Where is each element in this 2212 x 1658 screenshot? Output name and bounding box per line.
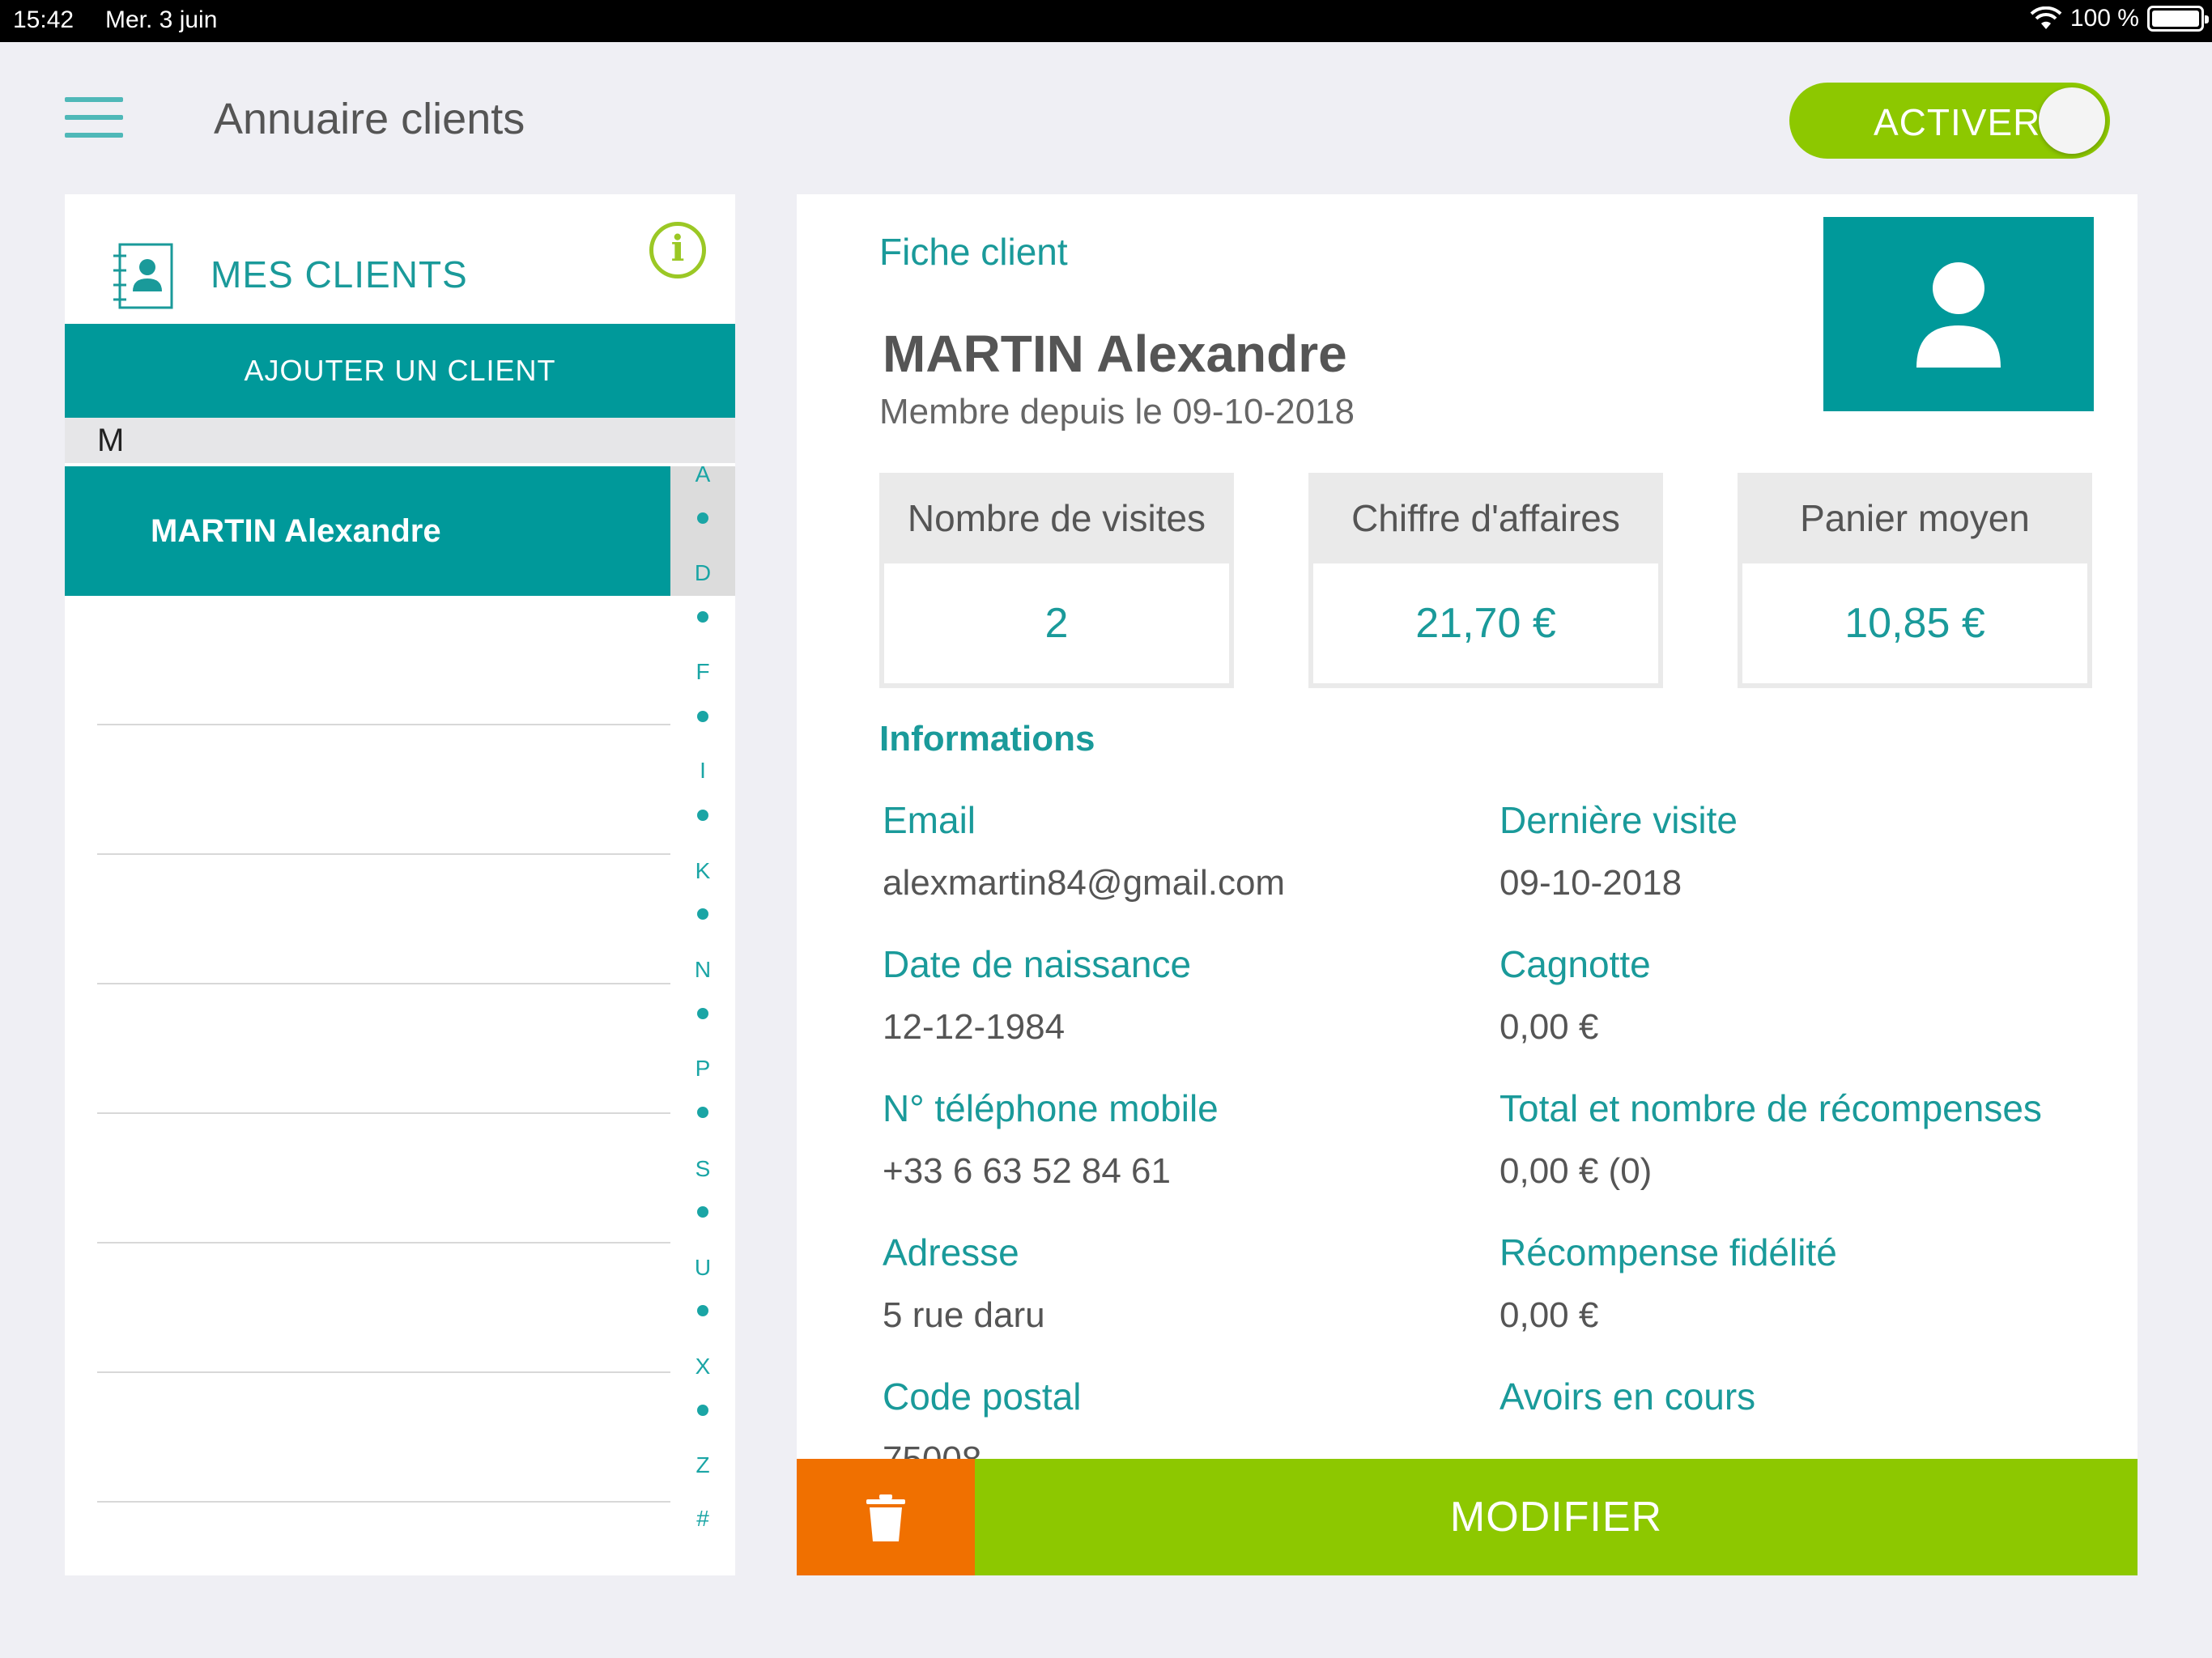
stat-label: Panier moyen	[1800, 497, 2030, 539]
field-value-rewards-total: 0,00 € (0)	[1499, 1151, 1653, 1191]
activate-toggle[interactable]: ACTIVER	[1789, 83, 2110, 159]
alpha-index-letter[interactable]: U	[670, 1255, 735, 1281]
field-value-last-visit: 09-10-2018	[1499, 863, 1682, 903]
list-divider	[97, 724, 670, 725]
alpha-index-dot	[697, 1107, 708, 1118]
field-value-address: 5 rue daru	[883, 1295, 1045, 1335]
field-label-loyalty-reward: Récompense fidélité	[1499, 1231, 1837, 1273]
field-label-mobile: N° téléphone mobile	[883, 1087, 1219, 1129]
field-value-mobile: +33 6 63 52 84 61	[883, 1151, 1171, 1191]
trash-icon	[866, 1494, 905, 1541]
battery-percent: 100 %	[2069, 5, 2139, 32]
field-value-loyalty-reward: 0,00 €	[1499, 1295, 1599, 1335]
alpha-index-dot	[697, 908, 708, 920]
toggle-knob	[2039, 87, 2105, 154]
alpha-index-letter[interactable]: S	[670, 1156, 735, 1182]
field-label-address: Adresse	[883, 1231, 1019, 1273]
stat-value: 21,70 €	[1313, 563, 1658, 683]
alpha-index-dot	[697, 512, 708, 524]
client-card-title: Fiche client	[879, 231, 1068, 273]
alpha-index-letter[interactable]: I	[670, 758, 735, 784]
stat-card-visits: Nombre de visites 2	[879, 473, 1234, 688]
toggle-label: ACTIVER	[1874, 101, 2041, 143]
status-bar: 15:42 Mer. 3 juin 100 %	[0, 0, 2212, 42]
field-label-postal-code: Code postal	[883, 1375, 1082, 1418]
contacts-book-icon	[113, 243, 173, 309]
user-icon	[1916, 262, 2001, 368]
battery-icon	[2147, 6, 2209, 32]
alpha-index-letter[interactable]: #	[670, 1506, 735, 1532]
alpha-index-dot	[697, 1305, 708, 1316]
field-value-email: alexmartin84@gmail.com	[883, 863, 1286, 903]
stat-value: 2	[884, 563, 1229, 683]
field-label-rewards-total: Total et nombre de récompenses	[1499, 1087, 2042, 1129]
wifi-icon	[2030, 6, 2062, 29]
field-value-kitty: 0,00 €	[1499, 1007, 1599, 1047]
status-right: 100 %	[2030, 5, 2209, 32]
field-label-email: Email	[883, 799, 976, 841]
client-name: MARTIN Alexandre	[883, 325, 1347, 383]
info-icon[interactable]: i	[649, 222, 706, 278]
alpha-index-letter[interactable]: X	[670, 1354, 735, 1380]
add-client-button[interactable]: AJOUTER UN CLIENT	[65, 324, 735, 418]
stat-label: Nombre de visites	[907, 497, 1206, 539]
alpha-index-letter[interactable]: A	[670, 461, 735, 487]
avatar[interactable]	[1823, 217, 2094, 411]
alpha-index-letter[interactable]: F	[670, 659, 735, 685]
field-label-birthdate: Date de naissance	[883, 943, 1192, 985]
alpha-index-dot	[697, 611, 708, 623]
modify-button[interactable]: MODIFIER	[975, 1459, 2138, 1575]
status-time: 15:42	[13, 6, 74, 33]
alpha-index-letter[interactable]: Z	[670, 1452, 735, 1478]
list-divider	[97, 1371, 670, 1373]
informations-title: Informations	[879, 719, 1095, 759]
field-label-credits: Avoirs en cours	[1499, 1375, 1756, 1418]
alpha-index-letter[interactable]: K	[670, 858, 735, 884]
client-list-header: MES CLIENTS i	[65, 194, 735, 324]
alpha-index-letter[interactable]: N	[670, 957, 735, 983]
field-label-last-visit: Dernière visite	[1499, 799, 1738, 841]
stat-label: Chiffre d'affaires	[1351, 497, 1620, 539]
stat-card-revenue: Chiffre d'affaires 21,70 €	[1308, 473, 1663, 688]
field-value-birthdate: 12-12-1984	[883, 1007, 1066, 1047]
alpha-index-dot	[697, 711, 708, 722]
delete-button[interactable]	[797, 1459, 975, 1575]
client-list-panel: MES CLIENTS i AJOUTER UN CLIENT M MARTIN…	[65, 194, 735, 1575]
alphabet-index[interactable]: A D F I K N P S U X Z #	[670, 461, 735, 1531]
section-letter-header: M	[65, 418, 735, 463]
alpha-index-dot	[697, 810, 708, 821]
alpha-index-dot	[697, 1008, 708, 1019]
list-divider	[97, 853, 670, 855]
stat-card-average-basket: Panier moyen 10,85 €	[1738, 473, 2092, 688]
list-divider	[97, 1112, 670, 1114]
status-date: Mer. 3 juin	[105, 6, 218, 33]
member-since: Membre depuis le 09-10-2018	[879, 392, 1355, 432]
menu-icon[interactable]	[65, 97, 123, 138]
list-divider	[97, 1501, 670, 1503]
alpha-index-letter[interactable]: P	[670, 1056, 735, 1082]
client-row-selected[interactable]: MARTIN Alexandre	[65, 466, 670, 596]
alpha-index-dot	[697, 1405, 708, 1416]
client-detail-panel: Fiche client MARTIN Alexandre Membre dep…	[797, 194, 2138, 1575]
action-bar: MODIFIER	[797, 1459, 2138, 1575]
list-divider	[97, 1242, 670, 1244]
list-divider	[97, 983, 670, 984]
my-clients-title: MES CLIENTS	[211, 253, 468, 295]
alpha-index-letter[interactable]: D	[670, 560, 735, 586]
alpha-index-dot	[697, 1206, 708, 1218]
page-title: Annuaire clients	[214, 95, 525, 143]
field-label-kitty: Cagnotte	[1499, 943, 1651, 985]
stat-value: 10,85 €	[1742, 563, 2087, 683]
